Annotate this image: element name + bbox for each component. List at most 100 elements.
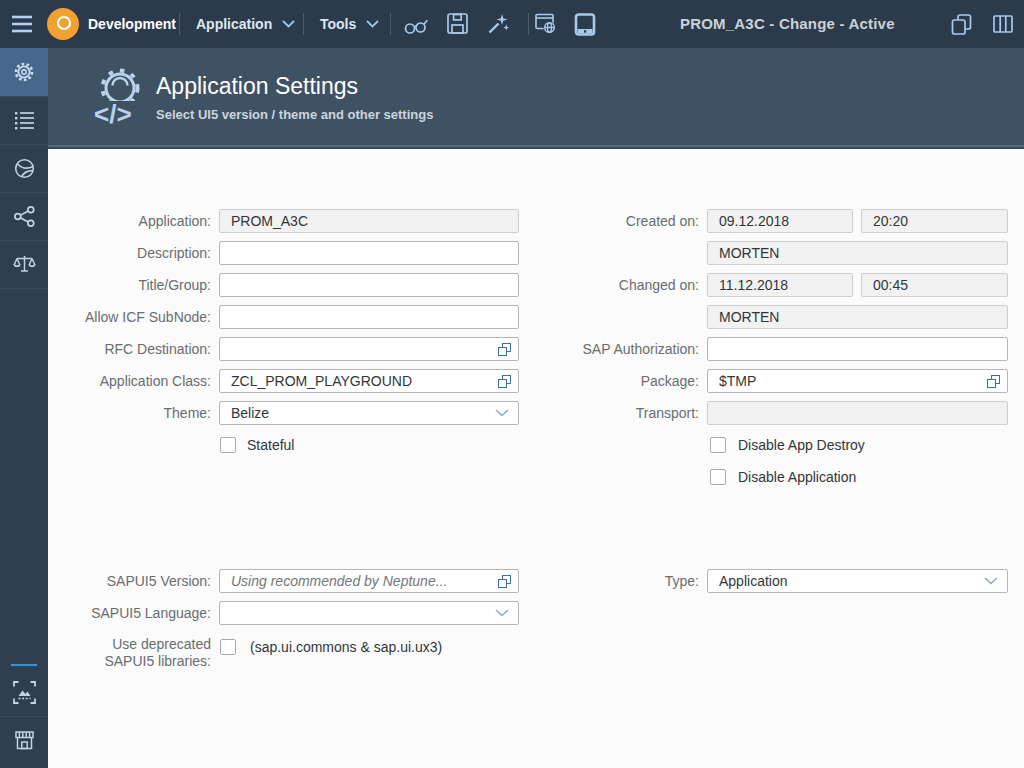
mobile-preview-icon[interactable] [574,13,596,36]
disable-app-destroy-label: Disable App Destroy [738,437,865,453]
sapui5-language-label: SAPUI5 Language: [20,601,211,625]
package-label: Package: [508,369,699,393]
separator [528,13,529,35]
menu-application-label: Application [196,16,272,32]
menu-tools[interactable]: Tools [320,0,379,48]
sap-authorization-input[interactable] [708,338,1007,360]
use-deprecated-checkbox[interactable] [220,639,236,655]
created-time-input [862,210,1007,232]
brand-title: Development [88,0,176,48]
type-select[interactable]: Application [707,569,1008,593]
type-value: Application [708,570,984,592]
hamburger-menu-icon[interactable] [12,15,32,33]
chevron-down-icon [366,20,379,28]
package-input[interactable] [708,370,987,392]
sidebar-item-globe[interactable] [0,144,48,192]
stateful-label: Stateful [247,437,294,453]
disable-application-checkbox[interactable] [710,469,726,485]
theme-value: Belize [220,402,495,424]
menu-application[interactable]: Application [196,0,295,48]
sidebar-item-screenshot[interactable] [0,668,48,716]
changed-by-field [707,305,1008,329]
disable-application-label: Disable Application [738,469,856,485]
rfc-destination-input[interactable] [220,338,498,360]
created-date-input [708,210,852,232]
sapui5-version-field[interactable] [219,569,519,593]
page-subtitle: Select UI5 version / theme and other set… [156,107,433,122]
changed-by-input [708,306,1007,328]
sapui5-language-select[interactable] [219,601,519,625]
gear-icon [12,60,36,84]
application-field [219,209,519,233]
sidebar-item-store[interactable] [0,716,48,764]
separator [179,13,180,35]
sapui5-version-input[interactable] [220,570,498,592]
application-settings-icon: </> [90,60,154,130]
top-bar: Development Application Tools [0,0,1024,48]
stateful-checkbox[interactable] [220,437,236,453]
application-class-input[interactable] [220,370,498,392]
chevron-down-icon [282,20,295,28]
changed-on-label: Changed on: [508,273,699,297]
preview-browser-icon[interactable] [535,13,559,35]
type-label: Type: [508,569,699,593]
title-group-input[interactable] [220,274,518,296]
logo-ring [57,16,71,30]
value-help-icon[interactable] [987,375,1000,388]
screenshot-icon [13,681,36,704]
transport-label: Transport: [508,401,699,425]
rfc-destination-label: RFC Destination: [20,337,211,361]
list-icon [13,109,36,132]
menu-tools-label: Tools [320,16,356,32]
changed-date-input [708,274,852,296]
title-group-label: Title/Group: [20,273,211,297]
application-class-field[interactable] [219,369,519,393]
transport-field [707,401,1008,425]
package-field[interactable] [707,369,1008,393]
application-label: Application: [20,209,211,233]
sap-authorization-label: SAP Authorization: [508,337,699,361]
sidebar-indicator-line [11,664,37,666]
application-class-label: Application Class: [20,369,211,393]
allow-icf-subnode-label: Allow ICF SubNode: [20,305,211,329]
svg-text:</>: </> [94,99,132,129]
created-on-label: Created on: [508,209,699,233]
application-input [220,210,518,232]
separator [390,13,391,35]
rfc-destination-field[interactable] [219,337,519,361]
store-icon [13,729,36,752]
changed-date-field [707,273,853,297]
copy-icon[interactable] [951,14,972,35]
allow-icf-subnode-field[interactable] [219,305,519,329]
page-header: </> Application Settings Select UI5 vers… [48,48,1024,145]
chevron-down-icon[interactable] [495,609,509,617]
title-group-field[interactable] [219,273,519,297]
allow-icf-subnode-input[interactable] [220,306,518,328]
changed-time-field [861,273,1008,297]
chevron-down-icon[interactable] [495,409,509,417]
neptune-logo[interactable] [47,8,79,40]
sap-authorization-field[interactable] [707,337,1008,361]
transport-input [708,402,1007,424]
sidebar-item-settings[interactable] [0,48,48,96]
theme-select[interactable]: Belize [219,401,519,425]
sidebar-item-list[interactable] [0,96,48,144]
theme-label: Theme: [20,401,211,425]
separator [303,13,304,35]
changed-time-input [862,274,1007,296]
description-label: Description: [20,241,211,265]
save-icon[interactable] [447,13,468,34]
disable-app-destroy-checkbox[interactable] [710,437,726,453]
sapui5-version-label: SAPUI5 Version: [20,569,211,593]
description-field[interactable] [219,241,519,265]
layout-columns-icon[interactable] [993,15,1013,33]
magic-wand-icon[interactable] [486,12,510,36]
glasses-icon[interactable] [404,16,430,34]
created-by-input [708,242,1007,264]
created-time-field [861,209,1008,233]
window-title: PROM_A3C - Change - Active [680,0,895,48]
chevron-down-icon[interactable] [984,577,998,585]
globe-icon [13,157,36,180]
created-date-field [707,209,853,233]
description-input[interactable] [220,242,518,264]
